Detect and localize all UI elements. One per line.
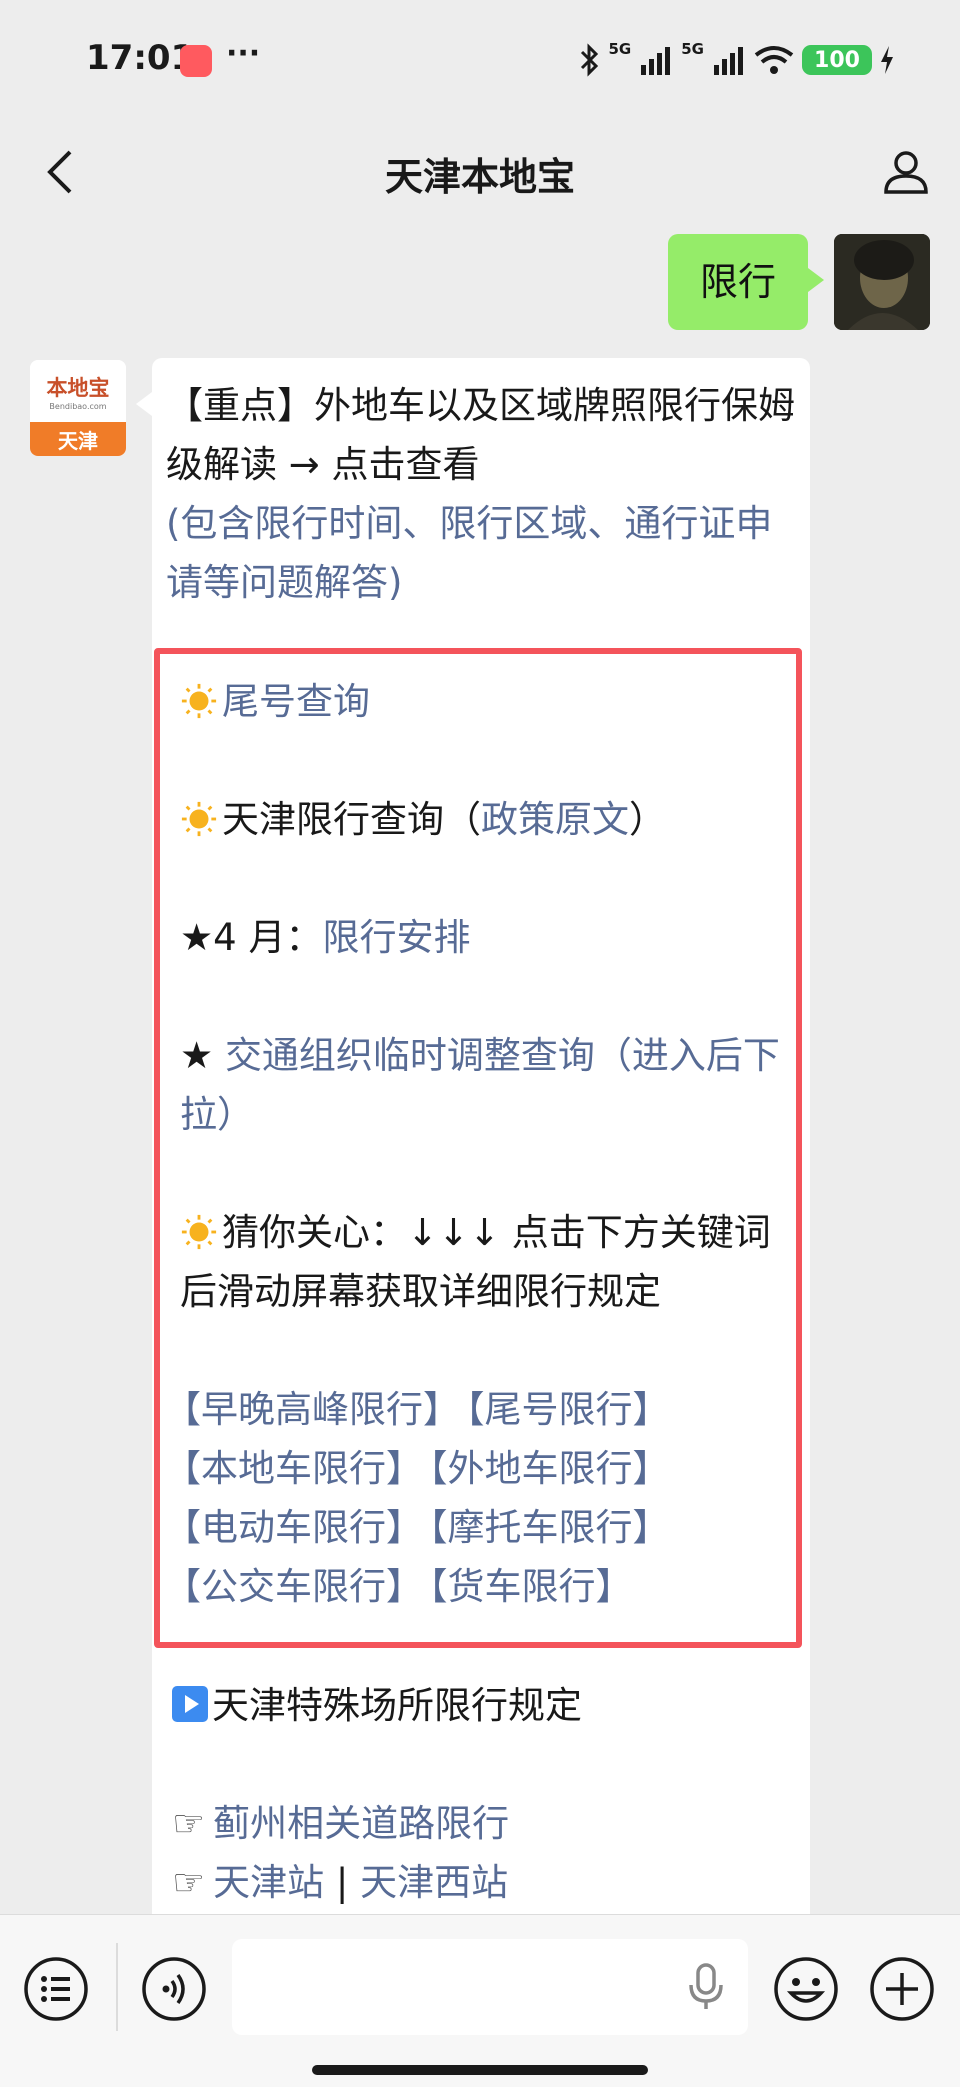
tianjin-query-line: 天津限行查询（政策原文）: [180, 790, 790, 849]
voice-input-button[interactable]: [680, 1961, 732, 2013]
pointing-hand-icon: ☞: [172, 1861, 206, 1904]
bot-avatar[interactable]: 本地宝 Bendibao.com 天津: [30, 360, 126, 456]
play-icon: [172, 1686, 208, 1722]
april-schedule-link[interactable]: 限行安排: [322, 916, 470, 959]
emoji-button[interactable]: [772, 1955, 840, 2023]
bot-avatar-city: 天津: [30, 422, 126, 456]
station-separator: |: [324, 1861, 361, 1904]
user-avatar-image: [834, 234, 930, 330]
policy-link[interactable]: 政策原文: [481, 798, 629, 841]
care-text: 猜你关心：↓↓↓ 点击下方关键词后滑动屏幕获取详细限行规定: [180, 1211, 771, 1313]
message-input[interactable]: [232, 1939, 748, 2035]
tag-nonlocal-car[interactable]: 【外地车限行】: [429, 1447, 670, 1490]
tag-ebike[interactable]: 【电动车限行】: [164, 1506, 423, 1549]
signal-icon-2: [714, 47, 743, 75]
tag-peak-hours[interactable]: 【早晚高峰限行】: [164, 1388, 460, 1431]
emoji-icon: [774, 1957, 838, 2021]
home-indicator[interactable]: [312, 2065, 648, 2075]
user-message-row: 限行: [0, 234, 960, 334]
april-prefix: ★4 月：: [180, 916, 323, 959]
tag-row: 【本地车限行】 【外地车限行】: [164, 1439, 804, 1498]
sun-icon: [181, 1214, 217, 1250]
profile-button[interactable]: [874, 140, 938, 204]
tail-query-line: 尾号查询: [180, 672, 790, 731]
tag-row: 【早晚高峰限行】 【尾号限行】: [164, 1380, 804, 1439]
star-marker: ★: [180, 1034, 225, 1077]
message-headline[interactable]: 【重点】外地车以及区域牌照限行保姆级解读 → 点击查看 (包含限行时间、限行区域…: [166, 376, 796, 612]
bot-message-bubble[interactable]: 【重点】外地车以及区域牌照限行保姆级解读 → 点击查看 (包含限行时间、限行区域…: [136, 358, 810, 1914]
tag-row: 【电动车限行】 【摩托车限行】: [164, 1498, 804, 1557]
input-bar: [0, 1914, 960, 2087]
status-time: 17:01: [86, 38, 195, 78]
tag-bus[interactable]: 【公交车限行】: [164, 1565, 423, 1608]
special-title: 天津特殊场所限行规定: [212, 1684, 582, 1727]
user-avatar[interactable]: [834, 234, 930, 330]
charging-icon: [881, 46, 893, 74]
voice-icon: [142, 1957, 206, 2021]
microphone-icon: [689, 1963, 723, 2009]
status-bar: 17:01 ··· 5G 5G 100: [0, 0, 960, 110]
person-icon: [884, 151, 928, 194]
highlight-box: 尾号查询 天津限行查询（政策原文） ★4 月：限行安排 ★ 交通组织临时调整查询…: [154, 648, 802, 1648]
more-button[interactable]: [868, 1955, 936, 2023]
station-line: ☞ 天津站 | 天津西站: [172, 1853, 792, 1912]
headline-note[interactable]: (包含限行时间、限行区域、通行证申请等问题解答): [166, 502, 772, 604]
bot-avatar-logo: 本地宝 Bendibao.com: [30, 360, 126, 422]
tag-tail-number[interactable]: 【尾号限行】: [466, 1388, 670, 1431]
page-title: 天津本地宝: [384, 155, 575, 199]
tianjin-west-station-link[interactable]: 天津西站: [360, 1861, 508, 1904]
jizhou-line: ☞ 蓟州相关道路限行: [172, 1794, 792, 1853]
april-line: ★4 月：限行安排: [180, 908, 790, 967]
bot-avatar-sub: Bendibao.com: [49, 401, 107, 411]
user-message-bubble[interactable]: 限行: [667, 234, 825, 330]
tag-local-car[interactable]: 【本地车限行】: [164, 1447, 423, 1490]
network-label-b: 5G: [681, 40, 704, 58]
special-title-line: 天津特殊场所限行规定: [172, 1676, 792, 1735]
jizhou-link[interactable]: 蓟州相关道路限行: [213, 1802, 509, 1845]
network-label-a: 5G: [608, 40, 632, 58]
chat-area[interactable]: 限行 本地宝 Bendibao.com 天津 【重点】外地车以及区域牌照限行保姆…: [0, 234, 960, 1914]
nav-bar: 天津本地宝: [0, 110, 960, 234]
signal-icon: [641, 47, 671, 75]
traffic-adjust-link[interactable]: 交通组织临时调整查询（进入后下拉）: [180, 1034, 780, 1136]
menu-button[interactable]: [22, 1955, 90, 2023]
bluetooth-icon: [580, 43, 598, 77]
tianjin-query-text: 天津限行查询（: [222, 798, 481, 841]
pointing-hand-icon: ☞: [172, 1802, 206, 1845]
sun-icon: [181, 683, 217, 719]
bot-avatar-brand: 本地宝: [46, 374, 110, 400]
headline-text[interactable]: 【重点】外地车以及区域牌照限行保姆级解读 → 点击查看: [166, 384, 795, 486]
status-indicators: 5G 5G 100: [577, 40, 895, 80]
plus-icon: [870, 1957, 934, 2021]
status-more-dots: ···: [226, 36, 261, 71]
tag-motorcycle[interactable]: 【摩托车限行】: [429, 1506, 670, 1549]
menu-list-icon: [24, 1957, 88, 2021]
tag-row: 【公交车限行】 【货车限行】: [164, 1557, 804, 1616]
tianjin-station-link[interactable]: 天津站: [213, 1861, 324, 1904]
care-line: 猜你关心：↓↓↓ 点击下方关键词后滑动屏幕获取详细限行规定: [180, 1203, 790, 1321]
close-paren: ）: [629, 798, 666, 841]
sun-icon: [181, 801, 217, 837]
tag-truck[interactable]: 【货车限行】: [429, 1565, 633, 1608]
voice-toggle-button[interactable]: [140, 1955, 208, 2023]
tail-query-link[interactable]: 尾号查询: [222, 680, 370, 723]
notification-app-icon: [180, 45, 212, 77]
battery-indicator: 100: [802, 45, 872, 75]
input-divider: [116, 1943, 118, 2031]
traffic-line: ★ 交通组织临时调整查询（进入后下拉）: [180, 1026, 790, 1144]
wifi-icon: [754, 46, 794, 74]
